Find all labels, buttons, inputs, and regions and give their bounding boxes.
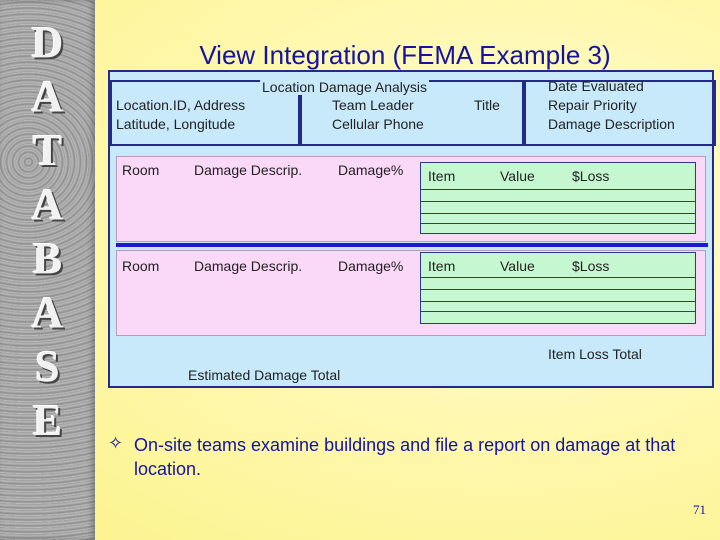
item-label: Item — [428, 258, 456, 274]
slide-title: View Integration (FEMA Example 3) — [199, 40, 611, 70]
item-label: Item — [428, 168, 456, 184]
room-label: Room — [122, 162, 160, 178]
eval-line3: Damage Description — [548, 116, 675, 132]
bullet-icon: ✧ — [108, 433, 124, 453]
damage-pct-label: Damage% — [338, 162, 404, 178]
item-table — [420, 252, 696, 324]
eval-line1: Date Evaluated — [548, 78, 644, 94]
value-label: Value — [500, 168, 535, 184]
damage-pct-label: Damage% — [338, 258, 404, 274]
page-number: 71 — [693, 502, 706, 517]
sidebar-letter: B — [32, 234, 63, 283]
sidebar-letter: S — [35, 342, 60, 391]
item-loss-total: Item Loss Total — [548, 346, 642, 362]
item-table — [420, 162, 696, 234]
sidebar-letter: A — [31, 180, 64, 229]
eval-line2: Repair Priority — [548, 97, 637, 113]
location-line2: Latitude, Longitude — [116, 116, 236, 132]
database-sidebar: D A T A B A S E — [0, 0, 95, 540]
damage-descrip-label: Damage Descrip. — [194, 162, 303, 178]
room-label: Room — [122, 258, 160, 274]
bullet-text: On-site teams examine buildings and file… — [134, 435, 676, 479]
form-heading: Location Damage Analysis — [260, 79, 429, 95]
team-line1: Team Leader — [332, 97, 414, 113]
loss-label: $Loss — [572, 168, 610, 184]
team-line2: Cellular Phone — [332, 116, 424, 132]
estimated-damage-total: Estimated Damage Total — [188, 367, 341, 383]
sidebar-letter: A — [31, 288, 64, 337]
sidebar-letter: A — [31, 72, 64, 121]
value-label: Value — [500, 258, 535, 274]
team-title: Title — [474, 97, 500, 113]
location-line1: Location.ID, Address — [116, 97, 246, 113]
damage-descrip-label: Damage Descrip. — [194, 258, 303, 274]
section-divider — [116, 243, 708, 247]
sidebar-letter: E — [32, 396, 63, 445]
loss-label: $Loss — [572, 258, 610, 274]
sidebar-letter: T — [32, 126, 63, 175]
sidebar-letter: D — [31, 18, 64, 67]
